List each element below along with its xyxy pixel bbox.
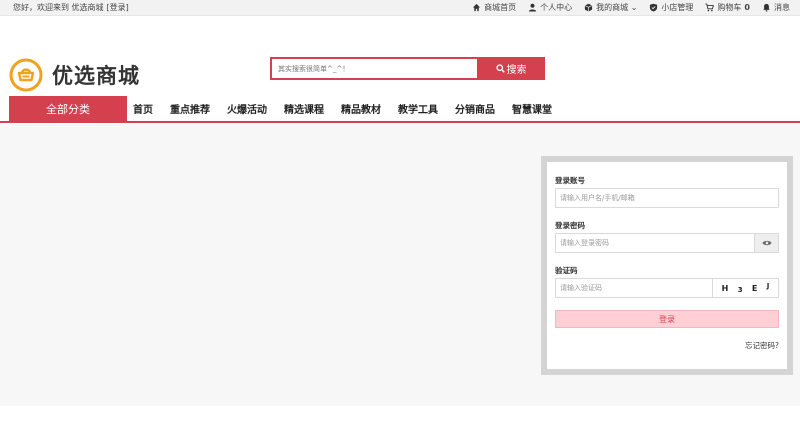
search-icon bbox=[495, 64, 505, 73]
search-input[interactable] bbox=[270, 57, 477, 80]
home-icon bbox=[473, 3, 481, 12]
top-link-shop-manage[interactable]: 小店管理 bbox=[649, 2, 693, 13]
search-button-label: 搜索 bbox=[506, 65, 527, 76]
top-link-cart[interactable]: 购物车 0 bbox=[705, 2, 750, 13]
brand-name: 优选商城 bbox=[52, 64, 140, 88]
login-link[interactable]: [登录] bbox=[107, 3, 129, 12]
login-panel: 登录账号 请输入用户名/手机/邮箱 登录密码 请输入登录密码 验证码 请输入验证… bbox=[541, 156, 793, 375]
top-link-label: 商城首页 bbox=[484, 3, 517, 12]
eye-icon bbox=[761, 240, 772, 246]
greeting-text: 您好，欢迎来到 优选商城 bbox=[13, 3, 104, 12]
shield-icon bbox=[650, 3, 658, 12]
top-links: 商城首页 个人中心 我的商城 ⌄ 小店管理 购物车 0 消息 bbox=[460, 2, 790, 13]
show-password-toggle[interactable] bbox=[755, 233, 779, 253]
login-button[interactable]: 登录 bbox=[555, 310, 779, 328]
captcha-row: 请输入验证码 H 3 E J bbox=[555, 278, 779, 298]
logo[interactable]: 优选商城 bbox=[9, 58, 140, 92]
search-bar: 搜索 bbox=[270, 57, 545, 80]
nav-item-recommended[interactable]: 重点推荐 bbox=[170, 101, 210, 116]
shopping-basket-logo-icon bbox=[9, 58, 43, 92]
nav-item-distribution[interactable]: 分销商品 bbox=[455, 101, 495, 116]
box-icon bbox=[584, 3, 593, 12]
top-link-profile[interactable]: 个人中心 bbox=[528, 2, 572, 13]
captcha-char: J bbox=[766, 282, 770, 290]
cart-icon bbox=[705, 3, 715, 12]
forgot-password-link[interactable]: 忘记密码? bbox=[555, 340, 779, 351]
cart-count: 0 bbox=[744, 3, 750, 12]
top-link-label: 购物车 bbox=[717, 3, 742, 12]
nav-item-hot-activities[interactable]: 火爆活动 bbox=[227, 101, 267, 116]
greeting: 您好，欢迎来到 优选商城 [登录] bbox=[13, 2, 132, 13]
captcha-image[interactable]: H 3 E J bbox=[713, 278, 779, 298]
captcha-label: 验证码 bbox=[555, 266, 578, 275]
password-row: 请输入登录密码 bbox=[555, 233, 779, 253]
main-nav: 全部分类 首页 重点推荐 火爆活动 精选课程 精品教材 教学工具 分销商品 智慧… bbox=[0, 96, 800, 123]
header: 优选商城 搜索 bbox=[0, 16, 800, 96]
nav-item-courses[interactable]: 精选课程 bbox=[284, 101, 324, 116]
nav-item-home[interactable]: 首页 bbox=[133, 101, 153, 116]
top-link-label: 个人中心 bbox=[540, 3, 573, 12]
search-button[interactable]: 搜索 bbox=[477, 57, 545, 80]
user-icon bbox=[529, 3, 537, 12]
all-categories-button[interactable]: 全部分类 bbox=[9, 96, 127, 121]
nav-items: 首页 重点推荐 火爆活动 精选课程 精品教材 教学工具 分销商品 智慧课堂 bbox=[127, 96, 569, 121]
nav-item-teaching-tools[interactable]: 教学工具 bbox=[398, 101, 438, 116]
top-bar: 您好，欢迎来到 优选商城 [登录] 商城首页 个人中心 我的商城 ⌄ 小店管理 购… bbox=[0, 0, 800, 16]
captcha-char: 3 bbox=[737, 286, 743, 294]
top-link-label: 小店管理 bbox=[661, 3, 694, 12]
top-link-label: 我的商城 ⌄ bbox=[596, 3, 638, 12]
captcha-char: E bbox=[751, 283, 758, 293]
top-link-messages[interactable]: 消息 bbox=[762, 2, 790, 13]
account-label: 登录账号 bbox=[555, 176, 585, 185]
captcha-char: H bbox=[721, 283, 729, 293]
captcha-input[interactable]: 请输入验证码 bbox=[555, 278, 713, 298]
bell-icon bbox=[763, 3, 770, 12]
nav-item-smart-classroom[interactable]: 智慧课堂 bbox=[512, 101, 552, 116]
top-link-home[interactable]: 商城首页 bbox=[472, 2, 516, 13]
main-area: 登录账号 请输入用户名/手机/邮箱 登录密码 请输入登录密码 验证码 请输入验证… bbox=[0, 124, 800, 406]
nav-item-textbooks[interactable]: 精品教材 bbox=[341, 101, 381, 116]
top-link-label: 消息 bbox=[774, 3, 790, 12]
password-input[interactable]: 请输入登录密码 bbox=[555, 233, 755, 253]
account-input[interactable]: 请输入用户名/手机/邮箱 bbox=[555, 188, 779, 208]
top-link-my-mall[interactable]: 我的商城 ⌄ bbox=[584, 2, 637, 13]
password-label: 登录密码 bbox=[555, 221, 585, 230]
